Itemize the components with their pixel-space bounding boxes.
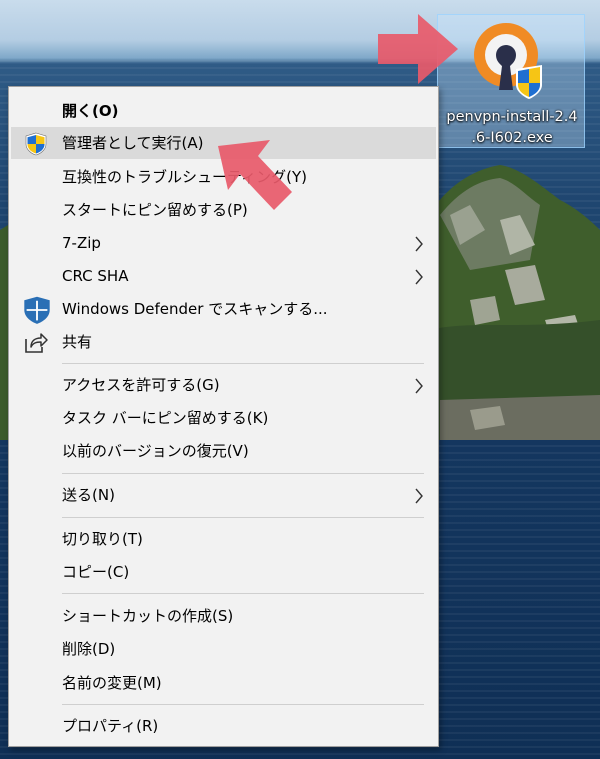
chevron-right-icon: [415, 488, 423, 504]
chevron-right-icon: [415, 378, 423, 394]
menu-item-give-access[interactable]: アクセスを許可する(G): [11, 369, 436, 401]
menu-item-send-to[interactable]: 送る(N): [11, 479, 436, 511]
menu-item-label: アクセスを許可する(G): [62, 376, 220, 394]
menu-item-label: コピー(C): [62, 563, 130, 581]
menu-item-label: 開く(O): [62, 102, 119, 120]
menu-separator: [62, 704, 424, 705]
menu-item-label: 削除(D): [62, 640, 116, 658]
defender-shield-icon: [24, 296, 50, 324]
annotation-arrow-up-left: [218, 140, 292, 210]
menu-item-label: 管理者として実行(A): [62, 134, 204, 152]
menu-item-label: 切り取り(T): [62, 530, 143, 548]
menu-separator: [62, 593, 424, 594]
annotation-arrow-right: [378, 14, 458, 84]
menu-item-share[interactable]: 共有: [11, 326, 436, 358]
menu-item-label: タスク バーにピン留めする(K): [62, 409, 269, 427]
menu-item-copy[interactable]: コピー(C): [11, 556, 436, 588]
uac-shield-icon: [25, 132, 47, 156]
menu-item-label: ショートカットの作成(S): [62, 607, 234, 625]
menu-item-delete[interactable]: 削除(D): [11, 633, 436, 665]
menu-item-rename[interactable]: 名前の変更(M): [11, 667, 436, 699]
share-icon: [25, 333, 48, 353]
chevron-right-icon: [415, 236, 423, 252]
chevron-right-icon: [415, 269, 423, 285]
menu-item-crc-sha[interactable]: CRC SHA: [11, 260, 436, 292]
menu-item-restore-previous[interactable]: 以前のバージョンの復元(V): [11, 435, 436, 467]
menu-item-label: Windows Defender でスキャンする...: [62, 300, 328, 318]
menu-item-create-shortcut[interactable]: ショートカットの作成(S): [11, 600, 436, 632]
menu-item-label: プロパティ(R): [62, 717, 159, 735]
menu-item-label: 7-Zip: [62, 234, 101, 252]
menu-separator: [62, 363, 424, 364]
menu-item-open[interactable]: 開く(O): [11, 95, 436, 127]
menu-item-cut[interactable]: 切り取り(T): [11, 523, 436, 555]
menu-item-defender-scan[interactable]: Windows Defender でスキャンする...: [11, 293, 436, 325]
menu-item-properties[interactable]: プロパティ(R): [11, 710, 436, 742]
menu-item-7zip[interactable]: 7-Zip: [11, 227, 436, 259]
menu-separator: [62, 517, 424, 518]
menu-item-label: 共有: [62, 333, 93, 351]
openvpn-uac-icon: [474, 23, 542, 99]
menu-item-label: 送る(N): [62, 486, 115, 504]
menu-item-label: 名前の変更(M): [62, 674, 162, 692]
menu-separator: [62, 473, 424, 474]
menu-item-label: CRC SHA: [62, 267, 129, 285]
menu-item-label: 以前のバージョンの復元(V): [62, 442, 249, 460]
menu-item-pin-to-taskbar[interactable]: タスク バーにピン留めする(K): [11, 402, 436, 434]
file-name-line2: .6-I602.exe: [471, 130, 553, 146]
file-name-line1: penvpn-install-2.4: [446, 109, 578, 125]
